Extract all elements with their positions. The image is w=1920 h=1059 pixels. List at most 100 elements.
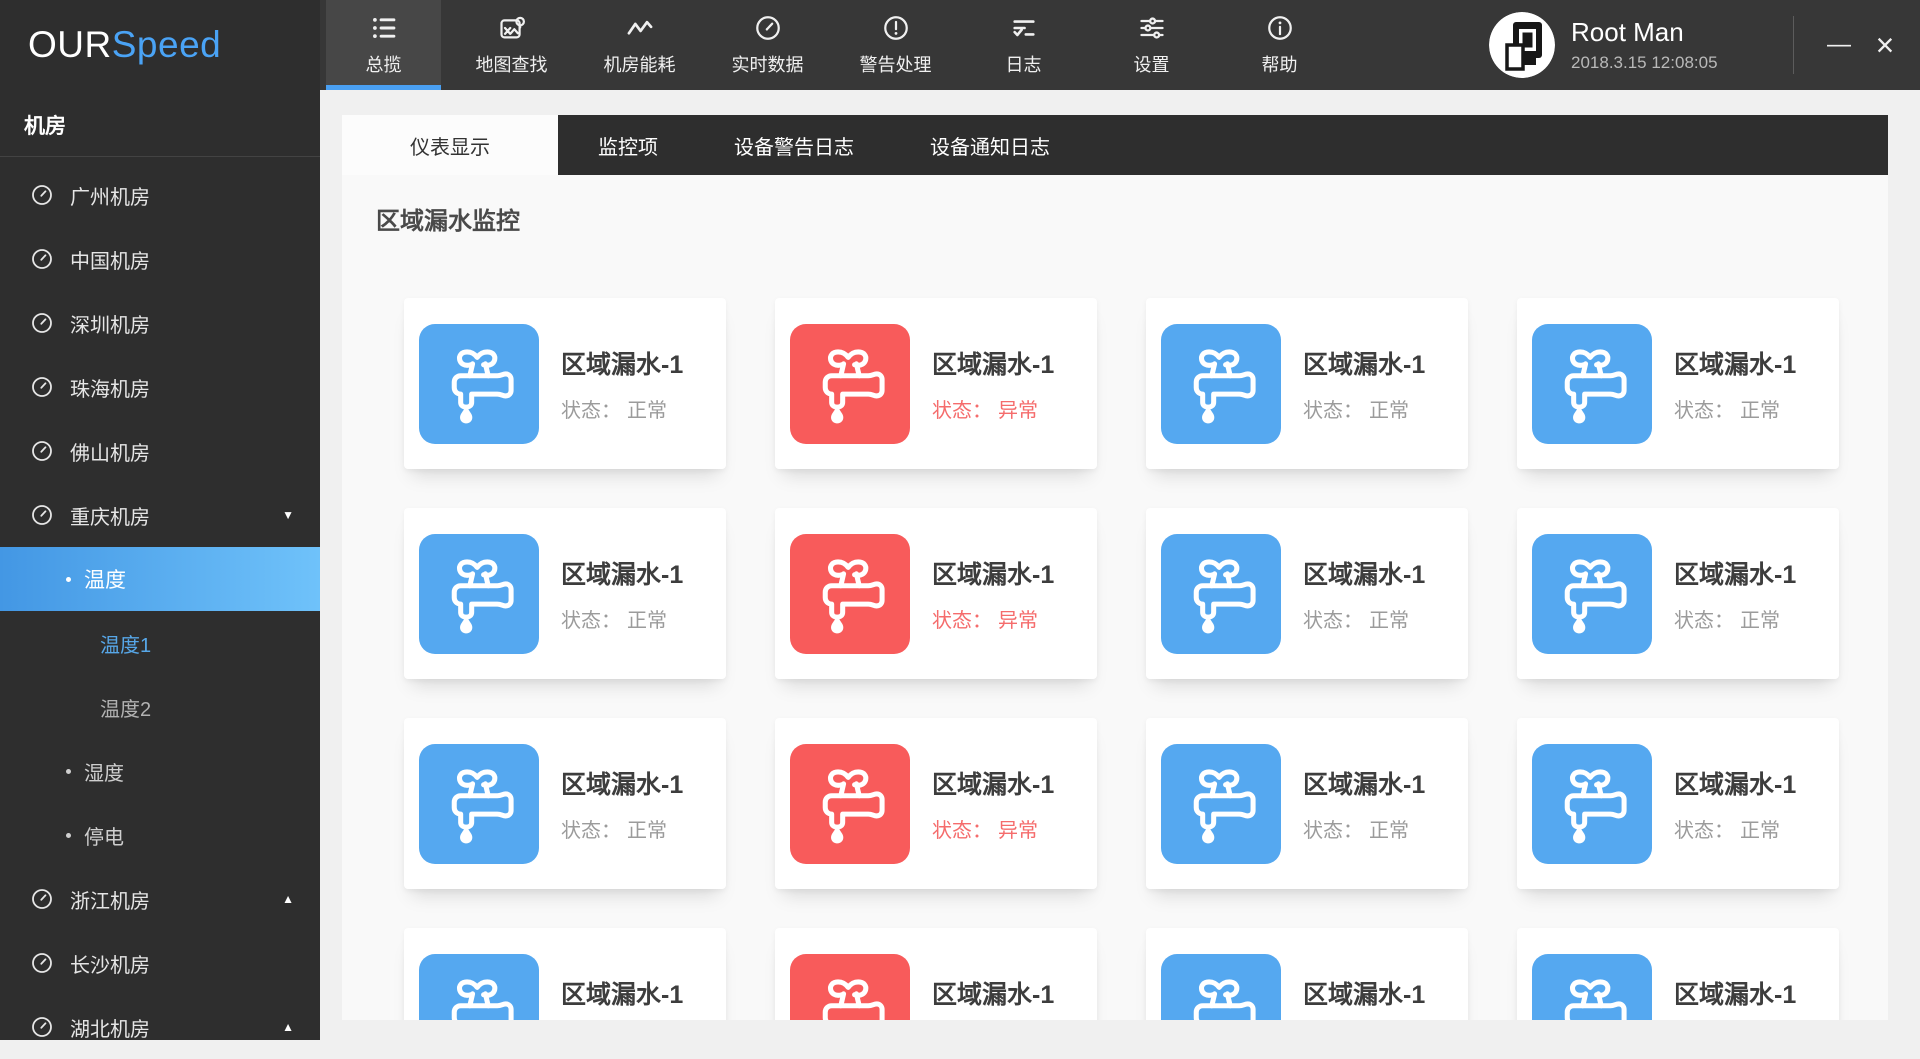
status-value: 正常 bbox=[1369, 819, 1409, 842]
status-label: 状态： bbox=[561, 399, 621, 422]
device-card[interactable]: 区域漏水-1 状态：正常 bbox=[1146, 508, 1468, 679]
device-card[interactable]: 区域漏水-1 状态：正常 bbox=[1517, 298, 1839, 469]
status-label: 状态： bbox=[561, 609, 621, 632]
device-card[interactable]: 区域漏水-1 状态：正常 bbox=[1517, 928, 1839, 1020]
sidebar-sub-item[interactable]: 停电 bbox=[0, 803, 320, 867]
caret-up-icon: ▲ bbox=[282, 892, 294, 906]
device-status: 状态： 正常 bbox=[1674, 394, 1796, 423]
logo-prefix: OUR bbox=[28, 24, 112, 65]
user-avatar[interactable] bbox=[1489, 12, 1555, 78]
status-value: 正常 bbox=[1369, 399, 1409, 422]
sidebar-room-item[interactable]: 湖北机房 ▲ bbox=[0, 995, 320, 1059]
faucet-icon bbox=[1161, 953, 1281, 1020]
device-status: 状态： 正常 bbox=[1303, 394, 1425, 423]
status-label: 状态： bbox=[1674, 819, 1734, 842]
sidebar: OUR Speed 机房 广州机房 中国机房 深圳机房 珠海机房 佛山机房 重庆机… bbox=[0, 0, 320, 1041]
nav-item[interactable]: 日志 bbox=[966, 0, 1081, 90]
device-status: 状态： 异常 bbox=[932, 604, 1054, 633]
status-value: 正常 bbox=[627, 609, 667, 632]
device-card[interactable]: 区域漏水-1 状态：正常 bbox=[1517, 718, 1839, 889]
tab-item-2[interactable]: 设备警告日志 bbox=[696, 115, 892, 175]
device-card[interactable]: 区域漏水-1 状态：正常 bbox=[404, 928, 726, 1020]
faucet-icon bbox=[1532, 533, 1652, 654]
device-title: 区域漏水-1 bbox=[561, 980, 684, 1009]
sidebar-room-item[interactable]: 广州机房 bbox=[0, 163, 320, 227]
faucet-icon bbox=[1161, 323, 1281, 444]
log-check-icon bbox=[1010, 14, 1038, 42]
nav-item[interactable]: 警告处理 bbox=[838, 0, 953, 90]
faucet-icon bbox=[1532, 743, 1652, 864]
help-info-icon bbox=[1266, 14, 1294, 42]
status-value: 正常 bbox=[1369, 609, 1409, 632]
device-title: 区域漏水-1 bbox=[932, 350, 1055, 379]
tab-item-1[interactable]: 监控项 bbox=[560, 115, 696, 175]
device-card[interactable]: 区域漏水-1 状态：异常 bbox=[775, 718, 1097, 889]
tab-dashboard[interactable]: 仪表显示 bbox=[342, 115, 558, 175]
gauge-icon bbox=[30, 375, 54, 399]
nav-item[interactable]: 设置 bbox=[1094, 0, 1209, 90]
sidebar-room-item[interactable]: 佛山机房 bbox=[0, 419, 320, 483]
device-card-grid: 区域漏水-1 状态： 正常 区域漏水-1 状态： 异常 区域漏水-1 状态： 正常 区… bbox=[404, 298, 1888, 1020]
sidebar-sub-item[interactable]: 湿度 bbox=[0, 739, 320, 803]
device-card[interactable]: 区域漏水-1 状态：异常 bbox=[775, 508, 1097, 679]
device-card[interactable]: 区域漏水-1 状态：异常 bbox=[775, 298, 1097, 469]
bullet-icon bbox=[66, 768, 71, 774]
close-button[interactable]: × bbox=[1862, 0, 1908, 90]
map-search-icon bbox=[498, 14, 526, 42]
device-title: 区域漏水-1 bbox=[1303, 350, 1426, 379]
status-value: 异常 bbox=[998, 399, 1038, 422]
device-card[interactable]: 区域漏水-1 状态：正常 bbox=[404, 298, 726, 469]
content-panel: 区域漏水监控 区域漏水-1 状态： 正常 区域漏水-1 状态： 异常 区域漏水-1 … bbox=[342, 175, 1888, 1020]
status-label: 状态： bbox=[1674, 609, 1734, 632]
sidebar-sub-item[interactable]: 温度 bbox=[0, 547, 320, 611]
sidebar-room-item[interactable]: 深圳机房 bbox=[0, 291, 320, 355]
device-card[interactable]: 区域漏水-1 状态：正常 bbox=[404, 508, 726, 679]
status-value: 正常 bbox=[1740, 609, 1780, 632]
top-navigation: 总揽 地图查找 机房能耗 实时数据 警告处理 日志 设置 帮助 bbox=[320, 0, 1337, 90]
device-status: 状态： 异常 bbox=[932, 394, 1054, 423]
device-title: 区域漏水-1 bbox=[1303, 560, 1426, 589]
device-card[interactable]: 区域漏水-1 状态：正常 bbox=[1146, 928, 1468, 1020]
nav-item[interactable]: 总揽 bbox=[326, 0, 441, 90]
nav-item[interactable]: 实时数据 bbox=[710, 0, 825, 90]
device-card[interactable]: 区域漏水-1 状态：异常 bbox=[775, 928, 1097, 1020]
sidebar-subsub-item[interactable]: 温度1 bbox=[0, 611, 320, 675]
nav-item[interactable]: 地图查找 bbox=[454, 0, 569, 90]
faucet-icon bbox=[1532, 953, 1652, 1020]
faucet-icon bbox=[1532, 323, 1652, 444]
alert-circle-icon bbox=[882, 14, 910, 42]
gauge-icon bbox=[30, 951, 54, 975]
nav-item[interactable]: 机房能耗 bbox=[582, 0, 697, 90]
user-name: Root Man bbox=[1571, 17, 1684, 47]
caret-down-icon: ▼ bbox=[282, 508, 294, 522]
faucet-icon bbox=[790, 743, 910, 864]
device-title: 区域漏水-1 bbox=[1303, 980, 1426, 1009]
device-card[interactable]: 区域漏水-1 状态：正常 bbox=[1146, 298, 1468, 469]
faucet-icon bbox=[419, 533, 539, 654]
faucet-icon bbox=[419, 953, 539, 1020]
device-card[interactable]: 区域漏水-1 状态：正常 bbox=[404, 718, 726, 889]
device-title: 区域漏水-1 bbox=[1674, 560, 1797, 589]
tab-item-3[interactable]: 设备通知日志 bbox=[892, 115, 1088, 175]
sidebar-room-item[interactable]: 珠海机房 bbox=[0, 355, 320, 419]
realtime-gauge-icon bbox=[754, 14, 782, 42]
sidebar-room-item[interactable]: 浙江机房 ▲ bbox=[0, 867, 320, 931]
faucet-icon bbox=[790, 323, 910, 444]
status-label: 状态： bbox=[932, 609, 992, 632]
sidebar-subsub-item[interactable]: 温度2 bbox=[0, 675, 320, 739]
status-label: 状态： bbox=[1674, 399, 1734, 422]
logo-suffix: Speed bbox=[111, 24, 222, 65]
energy-wave-icon bbox=[626, 14, 654, 42]
device-card[interactable]: 区域漏水-1 状态：正常 bbox=[1146, 718, 1468, 889]
sidebar-room-item[interactable]: 中国机房 bbox=[0, 227, 320, 291]
device-status: 状态： 正常 bbox=[1674, 814, 1796, 843]
settings-sliders-icon bbox=[1138, 14, 1166, 42]
sidebar-room-item[interactable]: 长沙机房 bbox=[0, 931, 320, 995]
nav-item[interactable]: 帮助 bbox=[1222, 0, 1337, 90]
bullet-icon bbox=[66, 576, 71, 582]
device-card[interactable]: 区域漏水-1 状态： 正常 bbox=[1517, 508, 1839, 679]
sidebar-room-item[interactable]: 重庆机房 ▼ bbox=[0, 483, 320, 547]
minimize-button[interactable]: — bbox=[1816, 0, 1862, 90]
device-title: 区域漏水-1 bbox=[561, 350, 684, 379]
bullet-icon bbox=[66, 832, 71, 838]
